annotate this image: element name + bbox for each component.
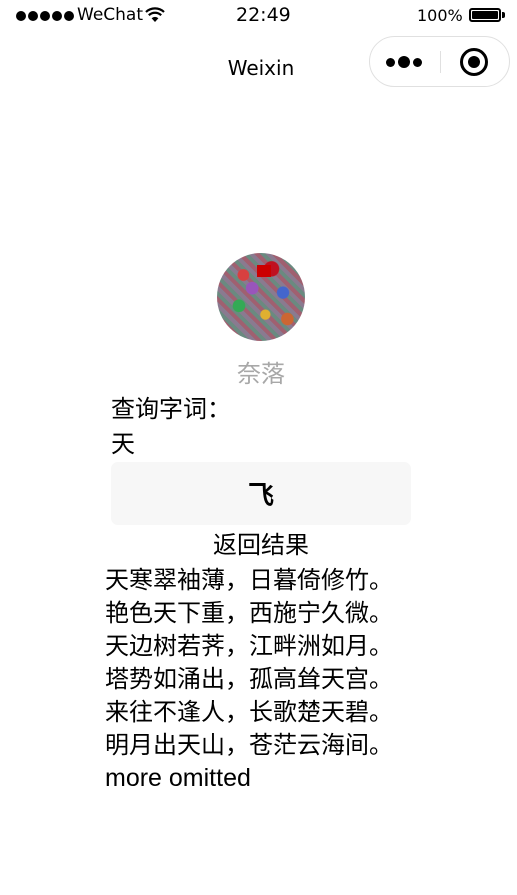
nickname: 奈落 (237, 360, 285, 388)
signal-dots-icon (16, 11, 74, 21)
capsule-divider (440, 51, 441, 73)
result-line: 艳色天下重，西施宁久微。 (105, 599, 393, 627)
battery-fill (472, 11, 498, 19)
result-line: 塔势如涌出，孤高耸天宫。 (105, 665, 393, 693)
more-omitted-text: more omitted (105, 764, 251, 792)
query-label: 查询字词： (111, 395, 231, 423)
result-list: 天寒翠袖薄，日暮倚修竹。 艳色天下重，西施宁久微。 天边树若荠，江畔洲如月。 塔… (105, 564, 505, 795)
more-dots-icon[interactable] (386, 56, 422, 68)
mini-program-capsule (369, 36, 510, 87)
target-circle-icon[interactable] (460, 48, 488, 76)
fly-button[interactable]: 飞 (111, 462, 411, 525)
result-line: 天边树若荠，江畔洲如月。 (105, 632, 393, 660)
result-line: 天寒翠袖薄，日暮倚修竹。 (105, 566, 393, 594)
result-line: 来往不逢人，长歌楚天碧。 (105, 698, 393, 726)
status-bar: WeChat 22:49 100% (0, 0, 517, 32)
result-line: 明月出天山，苍茫云海间。 (105, 731, 393, 759)
battery-icon (469, 8, 505, 22)
battery-percent: 100% (417, 6, 463, 25)
carrier-name: WeChat (77, 5, 143, 25)
status-time: 22:49 (236, 4, 291, 26)
result-title: 返回结果 (213, 531, 309, 559)
avatar (217, 253, 305, 341)
query-value: 天 (111, 430, 135, 458)
wifi-icon (145, 7, 165, 22)
